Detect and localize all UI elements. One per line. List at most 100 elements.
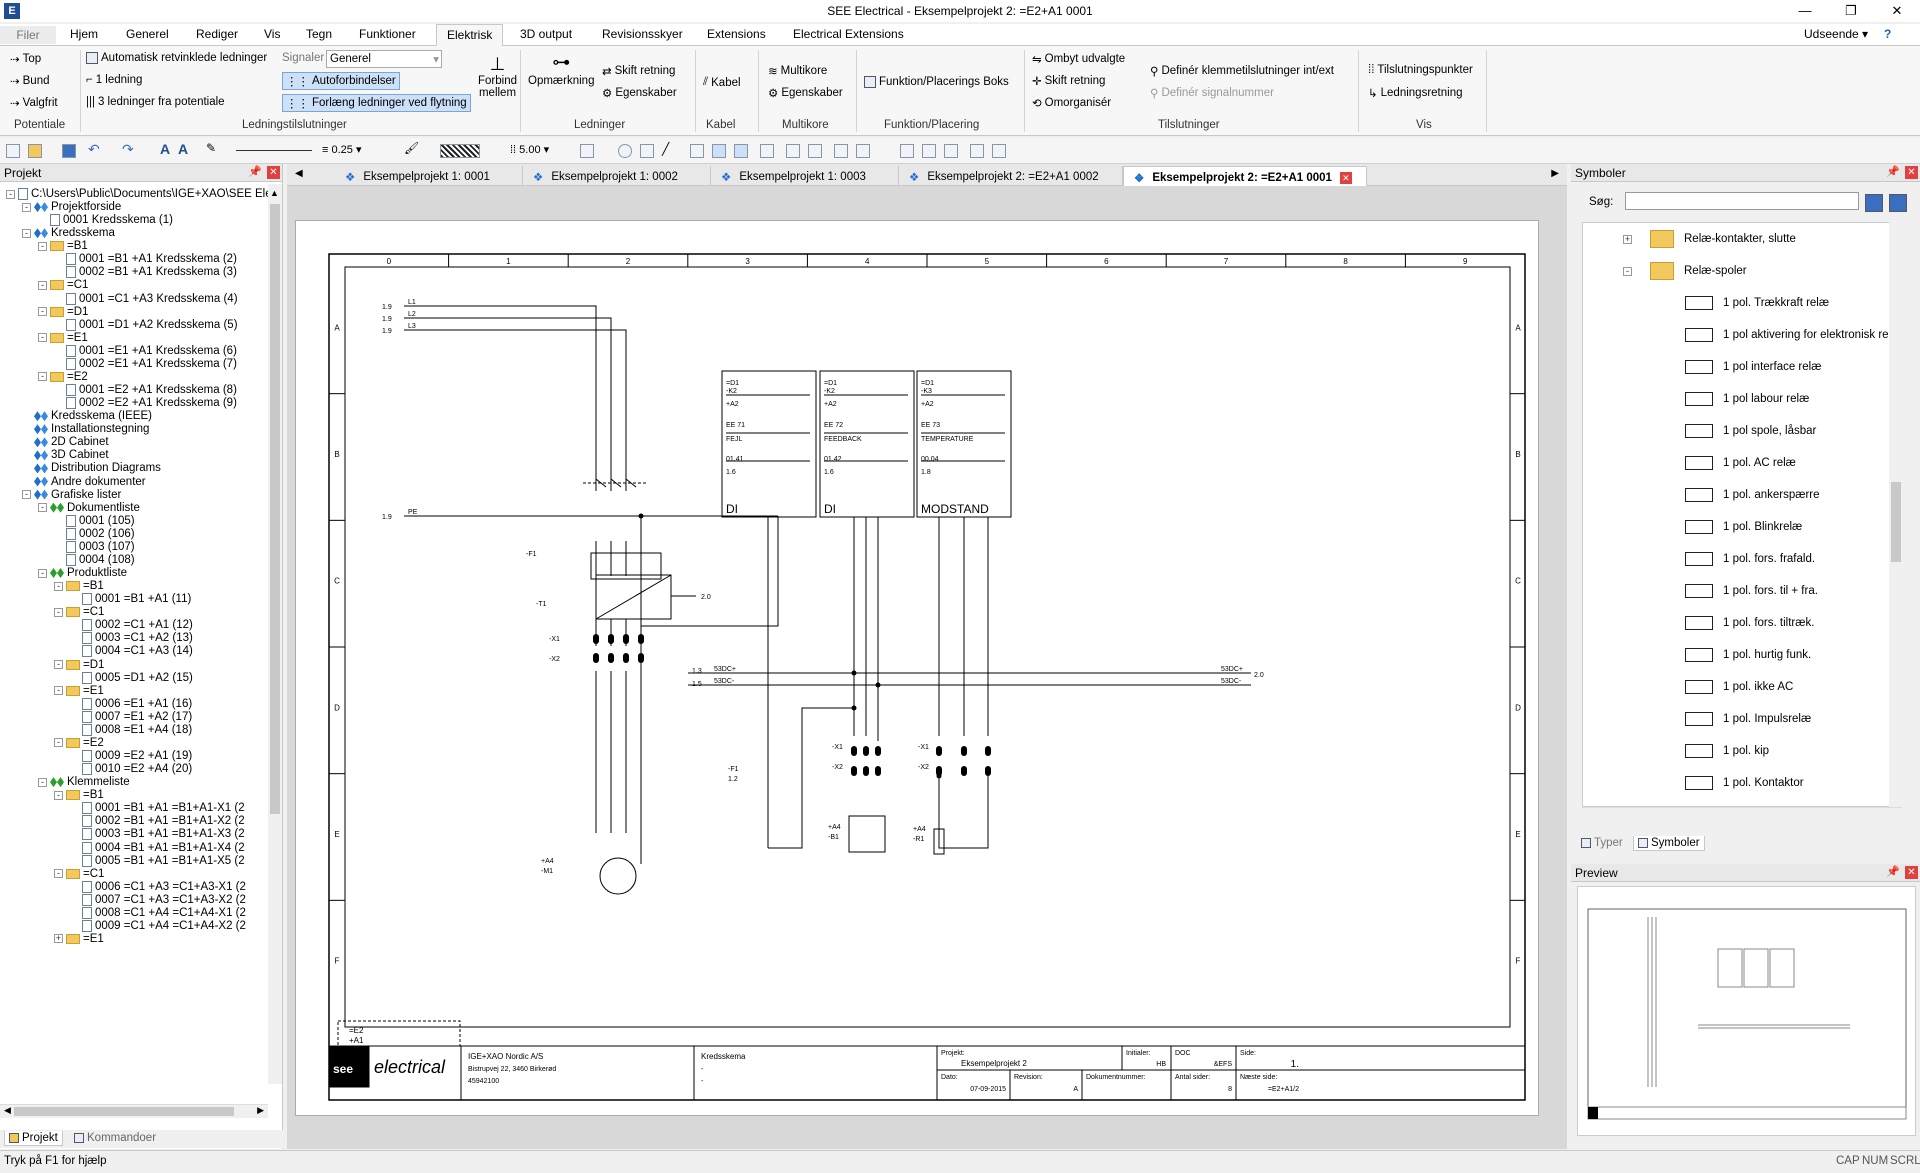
symbol-item[interactable]: 1 pol. hurtig funk. (1685, 645, 1811, 665)
hatch-pattern-select[interactable] (440, 144, 480, 158)
circle-icon[interactable] (618, 144, 632, 158)
tool-icon[interactable] (944, 144, 958, 158)
restore-button[interactable]: ❐ (1828, 0, 1874, 22)
top-button[interactable]: ⇢ Top (10, 52, 41, 66)
multicore-properties-button[interactable]: ⚙ Egenskaber (768, 86, 843, 100)
minimize-button[interactable]: — (1782, 0, 1828, 22)
tool-icon[interactable] (900, 144, 914, 158)
reorganize-button[interactable]: ⟲ Omorganisér (1032, 96, 1111, 110)
tab-symboler[interactable]: Symboler (1633, 836, 1705, 851)
scrollbar-thumb[interactable] (14, 1107, 234, 1116)
symbol-item[interactable]: 1 pol. fors. frafald. (1685, 549, 1815, 569)
fill-color-icon[interactable]: 🖌 (404, 141, 419, 155)
collapse-icon[interactable]: - (54, 869, 63, 879)
tab-kommandoer[interactable]: Kommandoer (70, 1131, 160, 1145)
auto-wires-button[interactable]: Automatisk retvinklede ledninger (86, 52, 267, 64)
expand-icon[interactable]: + (1623, 234, 1632, 244)
symbol-item[interactable]: 1 pol spole, låsbar (1685, 421, 1816, 441)
collapse-icon[interactable]: - (38, 503, 47, 513)
collapse-icon[interactable]: - (22, 202, 31, 212)
show-wire-direction-button[interactable]: ↳ Ledningsretning (1368, 86, 1462, 100)
symbol-vertical-scrollbar[interactable] (1889, 222, 1903, 807)
appearance-dropdown[interactable]: Udseende ▾ (1800, 27, 1872, 41)
drawing-canvas[interactable]: 0123456789 AABBCCDDEEFF 1.9 1.9 1.9 1.9 … (295, 220, 1539, 1116)
expand-icon[interactable]: + (54, 934, 63, 944)
doc-tab-5[interactable]: ❖ Eksempelprojekt 2: =E2+A1 0001 ✕ (1123, 166, 1367, 186)
symbol-search-input[interactable] (1625, 192, 1859, 210)
tool-icon[interactable] (922, 144, 936, 158)
tool-icon[interactable] (786, 144, 800, 158)
line-width-select[interactable]: ≡ 0.25 ▾ (322, 143, 361, 156)
valgfrit-button[interactable]: ⇢ Valgfrit (10, 96, 58, 110)
close-icon[interactable]: ✕ (267, 166, 280, 179)
collapse-icon[interactable]: - (54, 607, 63, 617)
tree-horizontal-scrollbar[interactable]: ◀ ▶ (0, 1104, 268, 1118)
tree-vertical-scrollbar[interactable]: ▲ (268, 184, 282, 1084)
symbol-item[interactable]: 1 pol interface relæ (1685, 357, 1821, 377)
tab-scroll-left-icon[interactable]: ◀ (295, 168, 303, 179)
tab-projekt[interactable]: Projekt (4, 1131, 63, 1146)
collapse-icon[interactable]: - (54, 581, 63, 591)
help-icon[interactable]: ? (1880, 27, 1895, 41)
tool-icon[interactable] (834, 144, 848, 158)
symbol-item[interactable]: 1 pol. Impulsrelæ (1685, 709, 1811, 729)
connect-between-button[interactable]: ⊥ Forbind mellem (478, 54, 517, 99)
tool-icon[interactable] (760, 144, 774, 158)
collapse-icon[interactable]: - (38, 372, 47, 382)
symbol-item[interactable]: 1 pol. AC relæ (1685, 453, 1796, 473)
marking-button[interactable]: ⊶ Opmærkning (528, 52, 594, 87)
symbol-folder[interactable]: + Relæ-kontakter, slutte (1623, 229, 1796, 249)
doc-tab-1[interactable]: ❖ Eksempelprojekt 1: 0001 (335, 166, 523, 186)
save-icon[interactable] (62, 144, 76, 158)
tool-icon[interactable] (992, 144, 1006, 158)
wire-grid-icon[interactable] (712, 144, 726, 158)
bund-button[interactable]: ⇢ Bund (10, 74, 50, 88)
collapse-icon[interactable]: - (6, 189, 15, 199)
tab-extensions[interactable]: Extensions (703, 27, 770, 41)
symbol-item[interactable]: 1 pol labour relæ (1685, 389, 1809, 409)
switch-direction-button[interactable]: ✛ Skift retning (1032, 74, 1105, 88)
line-icon[interactable]: ╱ (662, 142, 676, 156)
pin-icon[interactable]: 📌 (1886, 165, 1900, 178)
tab-funktioner[interactable]: Funktioner (355, 27, 420, 41)
three-wires-button[interactable]: ||| 3 ledninger fra potentiale (86, 96, 225, 108)
symbol-item[interactable]: 1 pol. ikke AC (1685, 677, 1793, 697)
tab-filer[interactable]: Filer (0, 26, 56, 44)
tab-electrical-extensions[interactable]: Electrical Extensions (789, 27, 908, 41)
symbol-item[interactable]: 1 pol aktivering for elektronisk relæ (1685, 325, 1901, 345)
tab-generel[interactable]: Generel (122, 27, 173, 41)
collapse-icon[interactable]: - (38, 241, 47, 251)
symbol-item[interactable]: 1 pol. Trækkraft relæ (1685, 293, 1829, 313)
tab-typer[interactable]: Typer (1577, 836, 1627, 850)
close-icon[interactable]: ✕ (1905, 866, 1918, 879)
symbol-item[interactable]: 1 pol. ankerspærre (1685, 485, 1820, 505)
tab-tegn[interactable]: Tegn (302, 27, 336, 41)
layer-icon[interactable] (580, 144, 594, 158)
pin-icon[interactable]: 📌 (248, 165, 262, 178)
undo-icon[interactable]: ↶ (88, 141, 102, 157)
line-style-select[interactable] (236, 150, 312, 151)
symbol-item[interactable]: 1 pol. fors. tiltræk. (1685, 613, 1814, 633)
collapse-icon[interactable]: - (54, 738, 63, 748)
scrollbar-thumb[interactable] (1891, 482, 1901, 562)
scrollbar-thumb[interactable] (270, 204, 280, 814)
collapse-icon[interactable]: - (54, 686, 63, 696)
symbol-item[interactable]: 1 pol. fors. til + fra. (1685, 581, 1818, 601)
collapse-icon[interactable]: - (54, 790, 63, 800)
close-icon[interactable]: ✕ (1339, 171, 1352, 184)
symbol-item[interactable]: 1 pol. kip (1685, 741, 1769, 761)
tab-vis[interactable]: Vis (260, 27, 284, 41)
schematic-svg[interactable]: 0123456789 A AB BC CD DE EF F 1.91.91.91… (296, 221, 1540, 1117)
autoconnect-toggle[interactable]: ⋮⋮ Autoforbindelser (282, 72, 400, 90)
function-box-button[interactable]: Funktion/Placerings Boks (864, 76, 1009, 88)
collapse-icon[interactable]: - (22, 490, 31, 500)
collapse-icon[interactable]: - (38, 307, 47, 317)
wire-properties-button[interactable]: ⚙ Egenskaber (602, 86, 677, 100)
new-icon[interactable] (6, 144, 20, 158)
tab-3d-output[interactable]: 3D output (516, 27, 576, 41)
doc-tab-2[interactable]: ❖ Eksempelprojekt 1: 0002 (523, 166, 711, 186)
redo-icon[interactable]: ↷ (122, 141, 136, 157)
tab-hjem[interactable]: Hjem (66, 27, 102, 41)
show-connection-points-button[interactable]: ⁞⁞ Tilslutningspunkter (1368, 64, 1473, 76)
extend-wires-toggle[interactable]: ⋮⋮ Forlæng ledninger ved flytning (282, 94, 471, 112)
